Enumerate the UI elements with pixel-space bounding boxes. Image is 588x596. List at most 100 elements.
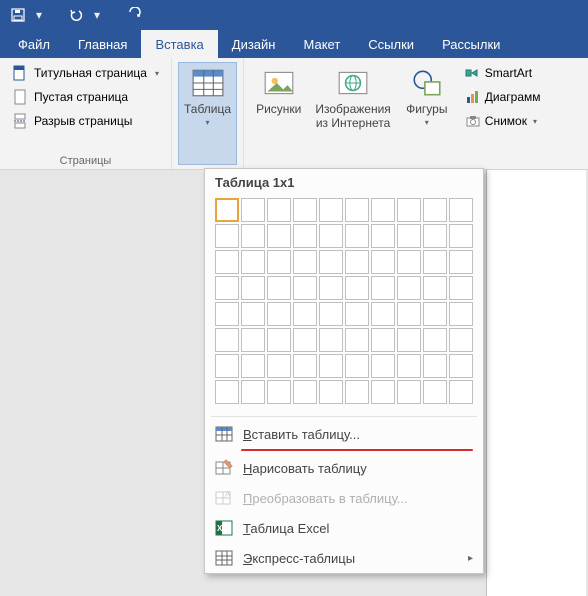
table-grid-cell[interactable] xyxy=(423,198,447,222)
table-grid-cell[interactable] xyxy=(293,198,317,222)
table-grid-cell[interactable] xyxy=(423,250,447,274)
table-grid-cell[interactable] xyxy=(293,302,317,326)
table-grid-cell[interactable] xyxy=(423,224,447,248)
table-grid-cell[interactable] xyxy=(267,380,291,404)
undo-button[interactable] xyxy=(62,3,90,27)
smartart-button[interactable]: SmartArt xyxy=(461,62,545,84)
excel-table-menu-item[interactable]: X Таблица Excel xyxy=(205,513,483,543)
table-grid-cell[interactable] xyxy=(345,250,369,274)
table-grid-cell[interactable] xyxy=(319,276,343,300)
table-grid-cell[interactable] xyxy=(449,380,473,404)
undo-dropdown-icon[interactable]: ▾ xyxy=(92,3,102,27)
table-grid-cell[interactable] xyxy=(423,328,447,352)
online-pictures-button[interactable]: Изображения из Интернета xyxy=(309,62,396,167)
table-grid-cell[interactable] xyxy=(423,276,447,300)
save-button[interactable] xyxy=(4,3,32,27)
table-grid-cell[interactable] xyxy=(397,354,421,378)
document-page[interactable] xyxy=(486,170,586,596)
table-grid-cell[interactable] xyxy=(345,198,369,222)
tab-references[interactable]: Ссылки xyxy=(354,30,428,58)
table-grid-cell[interactable] xyxy=(449,198,473,222)
tab-layout[interactable]: Макет xyxy=(289,30,354,58)
table-grid-cell[interactable] xyxy=(371,302,395,326)
qat-dropdown-icon[interactable]: ▾ xyxy=(34,3,44,27)
blank-page-button[interactable]: Пустая страница xyxy=(6,86,165,108)
table-grid-cell[interactable] xyxy=(397,198,421,222)
table-grid-cell[interactable] xyxy=(267,224,291,248)
table-grid-cell[interactable] xyxy=(371,224,395,248)
table-grid-cell[interactable] xyxy=(423,302,447,326)
tab-mailings[interactable]: Рассылки xyxy=(428,30,514,58)
table-grid-cell[interactable] xyxy=(449,250,473,274)
table-grid-cell[interactable] xyxy=(371,250,395,274)
table-grid-cell[interactable] xyxy=(293,380,317,404)
table-grid-cell[interactable] xyxy=(449,354,473,378)
table-grid-cell[interactable] xyxy=(319,224,343,248)
table-grid-cell[interactable] xyxy=(293,328,317,352)
table-grid-cell[interactable] xyxy=(267,328,291,352)
table-grid-cell[interactable] xyxy=(345,276,369,300)
table-grid-cell[interactable] xyxy=(215,224,239,248)
table-grid-cell[interactable] xyxy=(397,276,421,300)
table-grid-cell[interactable] xyxy=(215,328,239,352)
table-grid-cell[interactable] xyxy=(215,354,239,378)
table-grid-cell[interactable] xyxy=(371,328,395,352)
table-grid-cell[interactable] xyxy=(293,354,317,378)
tab-insert[interactable]: Вставка xyxy=(141,30,217,58)
table-grid-cell[interactable] xyxy=(267,198,291,222)
tab-file[interactable]: Файл xyxy=(4,30,64,58)
table-grid-cell[interactable] xyxy=(397,328,421,352)
table-button[interactable]: Таблица ▾ xyxy=(178,62,237,165)
screenshot-button[interactable]: Снимок ▾ xyxy=(461,110,545,132)
draw-table-menu-item[interactable]: Нарисовать таблицу xyxy=(205,453,483,483)
table-grid-cell[interactable] xyxy=(397,250,421,274)
table-grid-picker[interactable] xyxy=(205,194,483,414)
table-grid-cell[interactable] xyxy=(371,354,395,378)
table-grid-cell[interactable] xyxy=(215,250,239,274)
table-grid-cell[interactable] xyxy=(319,328,343,352)
table-grid-cell[interactable] xyxy=(319,198,343,222)
table-grid-cell[interactable] xyxy=(345,380,369,404)
table-grid-cell[interactable] xyxy=(241,198,265,222)
table-grid-cell[interactable] xyxy=(397,224,421,248)
table-grid-cell[interactable] xyxy=(319,354,343,378)
table-grid-cell[interactable] xyxy=(319,250,343,274)
table-grid-cell[interactable] xyxy=(215,276,239,300)
pictures-button[interactable]: Рисунки ▾ xyxy=(250,62,307,167)
page-break-button[interactable]: Разрыв страницы xyxy=(6,110,165,132)
shapes-button[interactable]: Фигуры ▾ xyxy=(399,62,455,167)
table-grid-cell[interactable] xyxy=(397,380,421,404)
tab-home[interactable]: Главная xyxy=(64,30,141,58)
table-grid-cell[interactable] xyxy=(241,328,265,352)
table-grid-cell[interactable] xyxy=(319,380,343,404)
table-grid-cell[interactable] xyxy=(241,380,265,404)
table-grid-cell[interactable] xyxy=(345,328,369,352)
table-grid-cell[interactable] xyxy=(449,328,473,352)
table-grid-cell[interactable] xyxy=(293,224,317,248)
table-grid-cell[interactable] xyxy=(267,354,291,378)
table-grid-cell[interactable] xyxy=(371,198,395,222)
table-grid-cell[interactable] xyxy=(449,224,473,248)
table-grid-cell[interactable] xyxy=(345,224,369,248)
chart-button[interactable]: Диаграмм xyxy=(461,86,545,108)
insert-table-menu-item[interactable]: Вставить таблицу... xyxy=(205,419,483,449)
table-grid-cell[interactable] xyxy=(215,302,239,326)
table-grid-cell[interactable] xyxy=(423,380,447,404)
table-grid-cell[interactable] xyxy=(241,224,265,248)
redo-button[interactable] xyxy=(120,3,148,27)
table-grid-cell[interactable] xyxy=(267,250,291,274)
table-grid-cell[interactable] xyxy=(241,354,265,378)
table-grid-cell[interactable] xyxy=(397,302,421,326)
table-grid-cell[interactable] xyxy=(215,198,239,222)
table-grid-cell[interactable] xyxy=(267,276,291,300)
table-grid-cell[interactable] xyxy=(267,302,291,326)
table-grid-cell[interactable] xyxy=(423,354,447,378)
tab-design[interactable]: Дизайн xyxy=(218,30,290,58)
table-grid-cell[interactable] xyxy=(345,302,369,326)
table-grid-cell[interactable] xyxy=(215,380,239,404)
table-grid-cell[interactable] xyxy=(241,250,265,274)
table-grid-cell[interactable] xyxy=(293,276,317,300)
cover-page-button[interactable]: Титульная страница ▾ xyxy=(6,62,165,84)
table-grid-cell[interactable] xyxy=(449,276,473,300)
table-grid-cell[interactable] xyxy=(371,380,395,404)
